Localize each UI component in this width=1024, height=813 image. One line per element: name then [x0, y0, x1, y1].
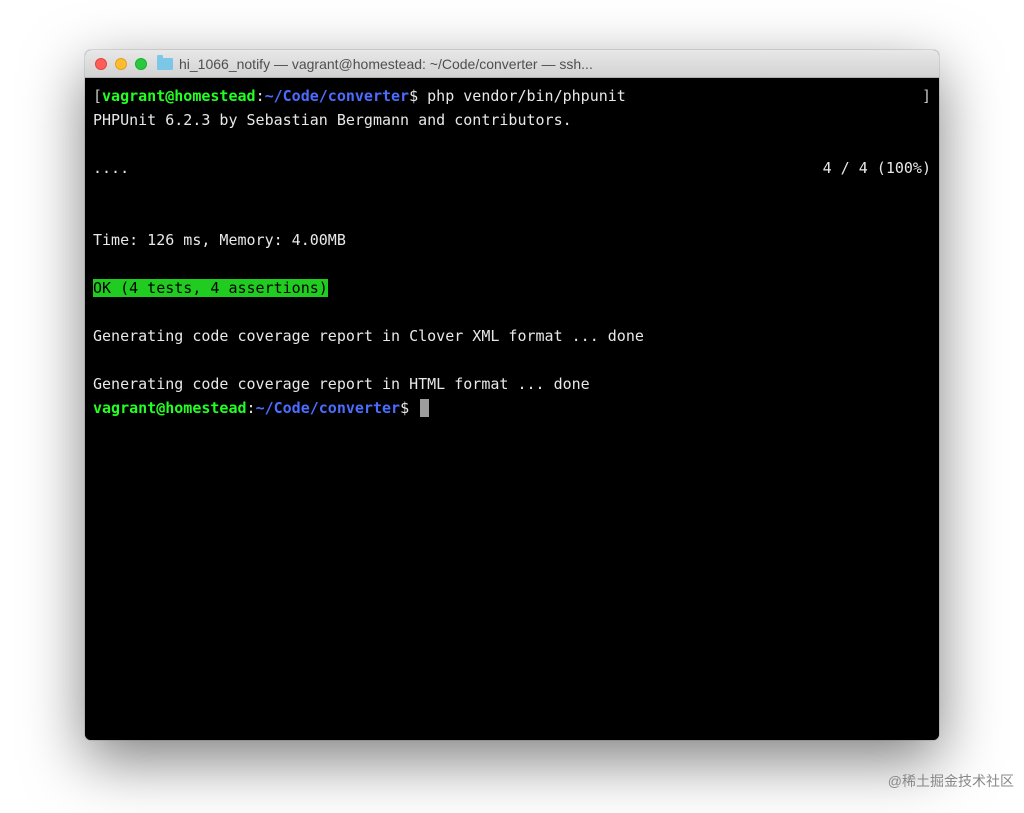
- cursor-icon: [420, 399, 429, 417]
- prompt-dollar: $: [400, 399, 409, 417]
- output-line: Time: 126 ms, Memory: 4.00MB: [93, 231, 346, 249]
- titlebar[interactable]: hi_1066_notify — vagrant@homestead: ~/Co…: [85, 50, 939, 78]
- prompt-user-host: vagrant@homestead: [93, 399, 247, 417]
- folder-icon: [157, 58, 173, 70]
- prompt-user-host: vagrant@homestead: [102, 87, 256, 105]
- prompt-right-bracket: ]: [922, 84, 931, 108]
- output-line: Generating code coverage report in Clove…: [93, 327, 644, 345]
- prompt-path: ~/Code/converter: [256, 399, 401, 417]
- prompt-path: ~/Code/converter: [265, 87, 410, 105]
- terminal-window: hi_1066_notify — vagrant@homestead: ~/Co…: [85, 50, 939, 740]
- prompt-dollar: $: [409, 87, 418, 105]
- command-text: php vendor/bin/phpunit: [427, 87, 626, 105]
- window-title: hi_1066_notify — vagrant@homestead: ~/Co…: [179, 56, 929, 72]
- prompt-colon: :: [247, 399, 256, 417]
- output-progress: 4 / 4 (100%): [823, 156, 931, 180]
- output-line: PHPUnit 6.2.3 by Sebastian Bergmann and …: [93, 111, 572, 129]
- minimize-icon[interactable]: [115, 58, 127, 70]
- close-icon[interactable]: [95, 58, 107, 70]
- output-line: Generating code coverage report in HTML …: [93, 375, 590, 393]
- prompt-colon: :: [256, 87, 265, 105]
- prompt-left-bracket: [: [93, 87, 102, 105]
- maximize-icon[interactable]: [135, 58, 147, 70]
- ok-status: OK (4 tests, 4 assertions): [93, 279, 328, 297]
- output-dots: ....: [93, 156, 129, 180]
- terminal-content[interactable]: [vagrant@homestead:~/Code/converter$ php…: [85, 78, 939, 740]
- watermark-text: @稀土掘金技术社区: [888, 771, 1014, 791]
- traffic-lights: [95, 58, 147, 70]
